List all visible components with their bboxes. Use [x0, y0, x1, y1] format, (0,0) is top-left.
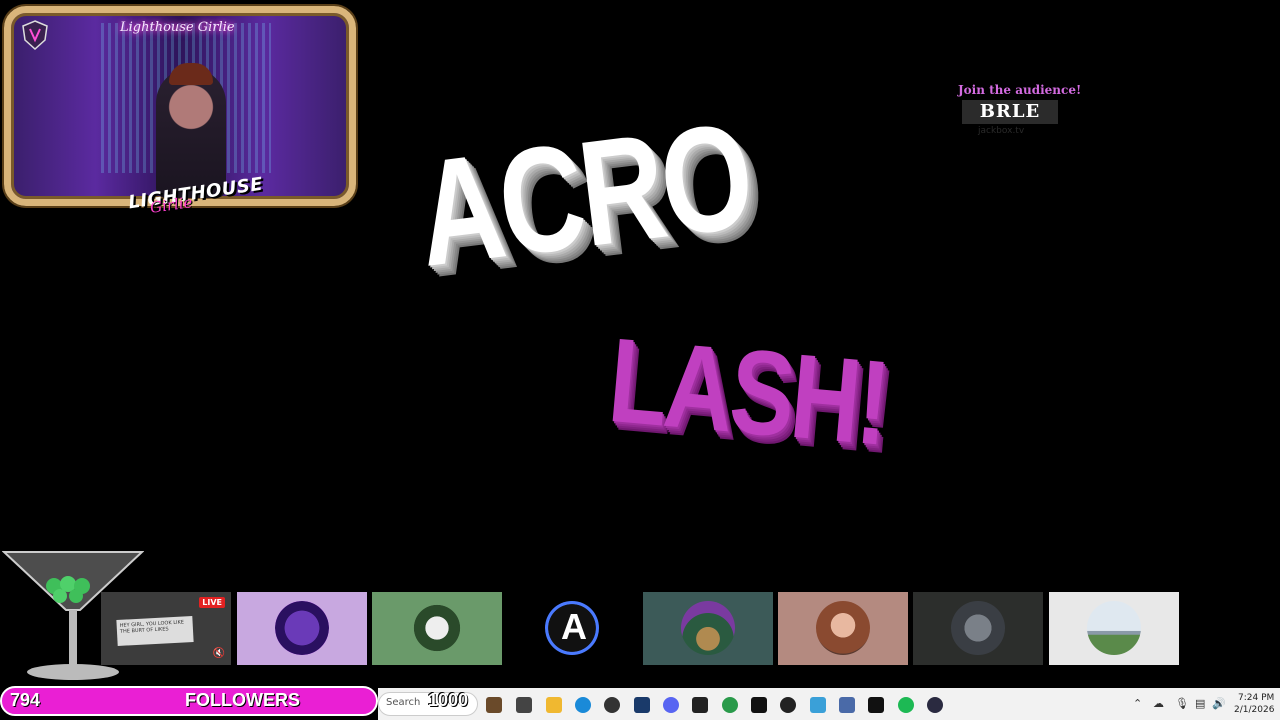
tile-card-text: HEY GIRL, YOU LOOK LIKE THE BURT OF LIKE…	[116, 616, 194, 646]
letter-a-icon: A	[561, 606, 587, 647]
streamer-video	[156, 68, 226, 198]
game-title-line2: LASH!	[603, 313, 892, 471]
epic-games-icon[interactable]	[692, 697, 708, 713]
stream-tile[interactable]	[1049, 592, 1179, 665]
live-badge: LIVE	[199, 597, 225, 608]
adobe-icon[interactable]	[751, 697, 767, 713]
app-profile-icon[interactable]	[486, 697, 502, 713]
calculator-icon[interactable]	[839, 697, 855, 713]
woman-photo-avatar	[816, 601, 870, 655]
chevron-up-icon[interactable]: ⌃	[1133, 697, 1142, 710]
chrome-active-icon[interactable]	[722, 697, 738, 713]
steam-icon[interactable]	[634, 697, 650, 713]
capcut-icon[interactable]	[868, 697, 884, 713]
chrome-icon[interactable]	[604, 697, 620, 713]
join-audience-prompt: Join the audience!	[958, 83, 1082, 97]
clock-date[interactable]: 2/1/2026	[1234, 705, 1274, 715]
lighthouse-logo-avatar	[275, 601, 329, 655]
wolf-photo-avatar	[951, 601, 1005, 655]
task-view-icon[interactable]	[516, 697, 532, 713]
media-player-icon[interactable]	[780, 697, 796, 713]
volume-icon[interactable]: 🔊	[1212, 697, 1226, 710]
spotify-icon[interactable]	[898, 697, 914, 713]
windows-taskbar	[378, 688, 1280, 720]
vscode-icon[interactable]	[810, 697, 826, 713]
airplane-photo-avatar	[1087, 601, 1141, 655]
room-code: BRLE	[962, 100, 1058, 124]
room-site: jackbox.tv	[978, 126, 1025, 136]
edge-icon[interactable]	[575, 697, 591, 713]
stream-tile[interactable]	[643, 592, 773, 665]
file-explorer-icon[interactable]	[546, 697, 562, 713]
discord-icon[interactable]	[663, 697, 679, 713]
webcam-neon-title: Lighthouse Girlie	[120, 20, 235, 35]
stream-tile[interactable]	[913, 592, 1043, 665]
followers-count: 794	[10, 690, 41, 710]
shield-logo-icon	[22, 20, 48, 50]
game-title-line1: ACRO	[408, 90, 759, 298]
search-placeholder: Search	[386, 697, 421, 708]
webcam-frame	[4, 6, 356, 206]
stream-tile[interactable]	[237, 592, 367, 665]
followers-label: FOLLOWERS	[185, 690, 300, 710]
stream-tile-live[interactable]: HEY GIRL, YOU LOOK LIKE THE BURT OF LIKE…	[101, 592, 231, 665]
microphone-icon[interactable]: 🎙	[1175, 697, 1189, 710]
mute-icon[interactable]: 🔇	[213, 648, 225, 659]
stream-tile[interactable]	[372, 592, 502, 665]
clock-time[interactable]: 7:24 PM	[1238, 693, 1274, 703]
green-logo-avatar	[410, 601, 464, 655]
cloud-off-icon[interactable]: ☁	[1153, 697, 1164, 710]
followers-goal: 1000	[428, 690, 469, 710]
stream-tile[interactable]	[778, 592, 908, 665]
network-icon[interactable]: ▤	[1195, 697, 1205, 710]
aurora-logo-avatar	[681, 601, 735, 655]
obs-icon[interactable]	[927, 697, 943, 713]
stream-tile[interactable]: A	[507, 592, 637, 665]
